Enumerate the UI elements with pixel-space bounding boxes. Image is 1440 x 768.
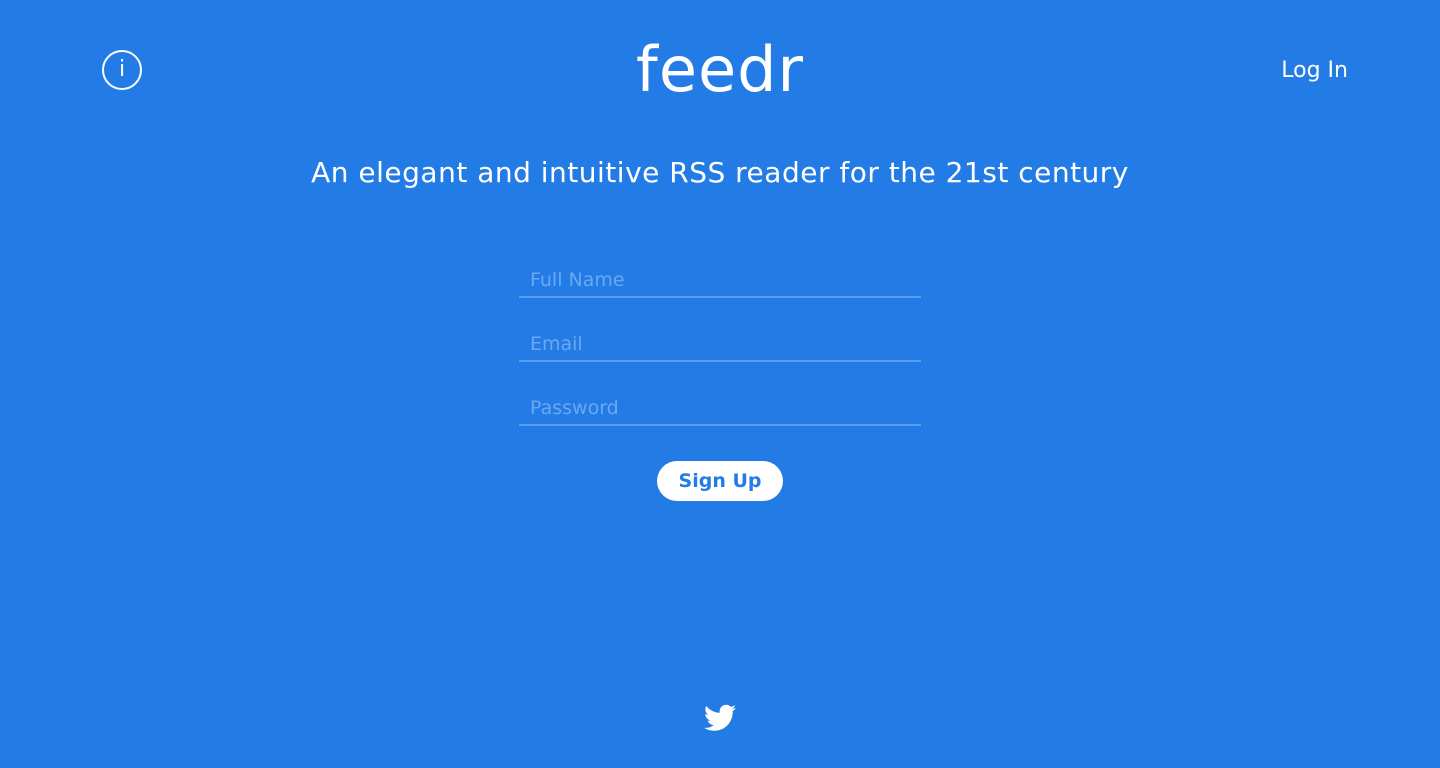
tagline: An elegant and intuitive RSS reader for … bbox=[311, 156, 1129, 189]
password-input[interactable] bbox=[519, 386, 921, 426]
twitter-icon[interactable] bbox=[704, 704, 736, 732]
full-name-input[interactable] bbox=[519, 258, 921, 298]
email-input[interactable] bbox=[519, 322, 921, 362]
landing-page: i feedr Log In An elegant and intuitive … bbox=[0, 0, 1440, 768]
signup-button[interactable]: Sign Up bbox=[657, 461, 783, 501]
login-link[interactable]: Log In bbox=[1281, 58, 1348, 83]
signup-form bbox=[519, 258, 921, 450]
app-logo: feedr bbox=[636, 33, 804, 106]
